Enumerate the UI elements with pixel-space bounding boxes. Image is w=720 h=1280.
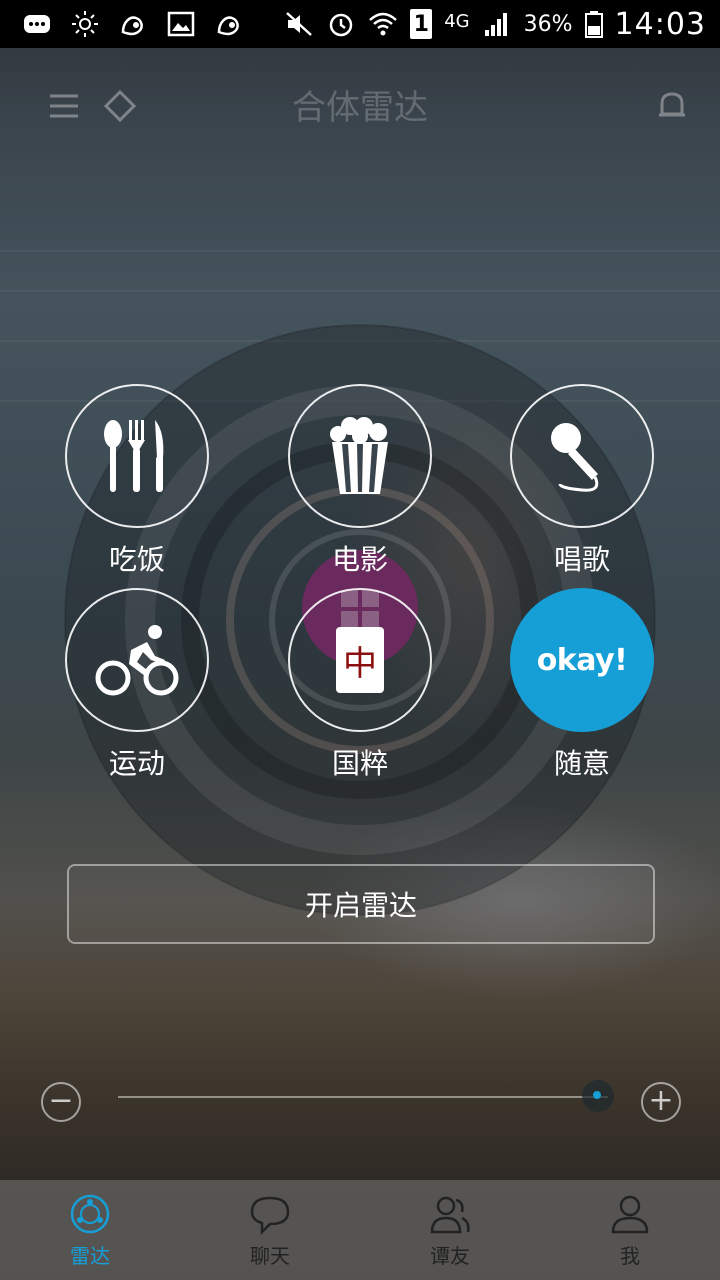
sim-card-icon: 1: [410, 9, 433, 39]
bicycle-icon: [95, 625, 179, 696]
activity-casual-circle[interactable]: okay!: [510, 588, 654, 732]
squirrel-app-icon-2: [214, 10, 244, 38]
mute-icon: [284, 10, 314, 38]
tab-me[interactable]: 我: [540, 1180, 720, 1280]
utensils-icon: [104, 420, 164, 492]
activity-label: 电影: [331, 543, 388, 576]
activity-casual[interactable]: okay! 随意: [510, 588, 654, 782]
tab-label: 我: [620, 1243, 640, 1268]
zoom-out-button[interactable]: −: [41, 1082, 81, 1122]
status-bar: 1 4G 36% 14:03: [0, 0, 720, 48]
okay-icon: okay!: [536, 642, 628, 678]
activity-sing-circle[interactable]: [510, 384, 654, 528]
top-nav: 合体雷达: [0, 48, 720, 158]
tab-label: 雷达: [70, 1243, 110, 1268]
activity-label: 运动: [108, 747, 165, 780]
alarm-icon: [326, 10, 356, 38]
chat-bubble-icon: [250, 1196, 290, 1235]
activity-movie[interactable]: 电影: [288, 384, 432, 578]
mahjong-tile-icon: 中: [336, 627, 384, 693]
start-radar-button[interactable]: 开启雷达: [67, 864, 655, 944]
activity-eat-circle[interactable]: [65, 384, 209, 528]
wifi-icon: [368, 10, 398, 38]
activity-mahjong[interactable]: 中 国粹: [288, 588, 432, 782]
popcorn-icon: [330, 417, 388, 494]
battery-percent: 36%: [523, 11, 573, 37]
activity-label: 唱歌: [553, 543, 610, 576]
tile-char: 中: [343, 643, 377, 684]
activity-sport[interactable]: 运动: [65, 588, 209, 782]
tab-radar[interactable]: 雷达: [0, 1180, 180, 1280]
range-slider-track[interactable]: [118, 1096, 608, 1098]
activity-mahjong-circle[interactable]: 中: [288, 588, 432, 732]
tab-friends[interactable]: 谭友: [360, 1180, 540, 1280]
microphone-icon: [551, 423, 599, 492]
activity-label: 国粹: [331, 747, 388, 780]
tab-label: 聊天: [250, 1243, 290, 1268]
message-icon: [22, 10, 52, 38]
range-slider-thumb[interactable]: [582, 1080, 615, 1112]
radar-icon: [70, 1194, 110, 1233]
activity-label: 吃饭: [108, 543, 165, 576]
activity-eat[interactable]: 吃饭: [65, 384, 209, 578]
activity-sport-circle[interactable]: [65, 588, 209, 732]
tab-chat[interactable]: 聊天: [180, 1180, 360, 1280]
bell-icon[interactable]: [654, 88, 690, 124]
signal-icon: [482, 10, 512, 38]
zoom-in-button[interactable]: +: [641, 1082, 681, 1122]
activity-label: 随意: [553, 747, 610, 780]
network-type: 4G: [444, 10, 470, 32]
person-icon: [611, 1195, 649, 1233]
friends-icon: [430, 1196, 470, 1233]
page-title: 合体雷达: [292, 88, 428, 128]
activity-sing[interactable]: 唱歌: [510, 384, 654, 578]
activity-movie-circle[interactable]: [288, 384, 432, 528]
battery-icon: [584, 10, 603, 38]
image-icon: [166, 10, 196, 38]
brightness-icon: [70, 10, 100, 38]
clock: 14:03: [614, 6, 706, 42]
squirrel-app-icon: [118, 10, 148, 38]
tab-label: 谭友: [430, 1243, 470, 1268]
bottom-tab-bar: 雷达 聊天 谭友 我: [0, 1180, 720, 1280]
